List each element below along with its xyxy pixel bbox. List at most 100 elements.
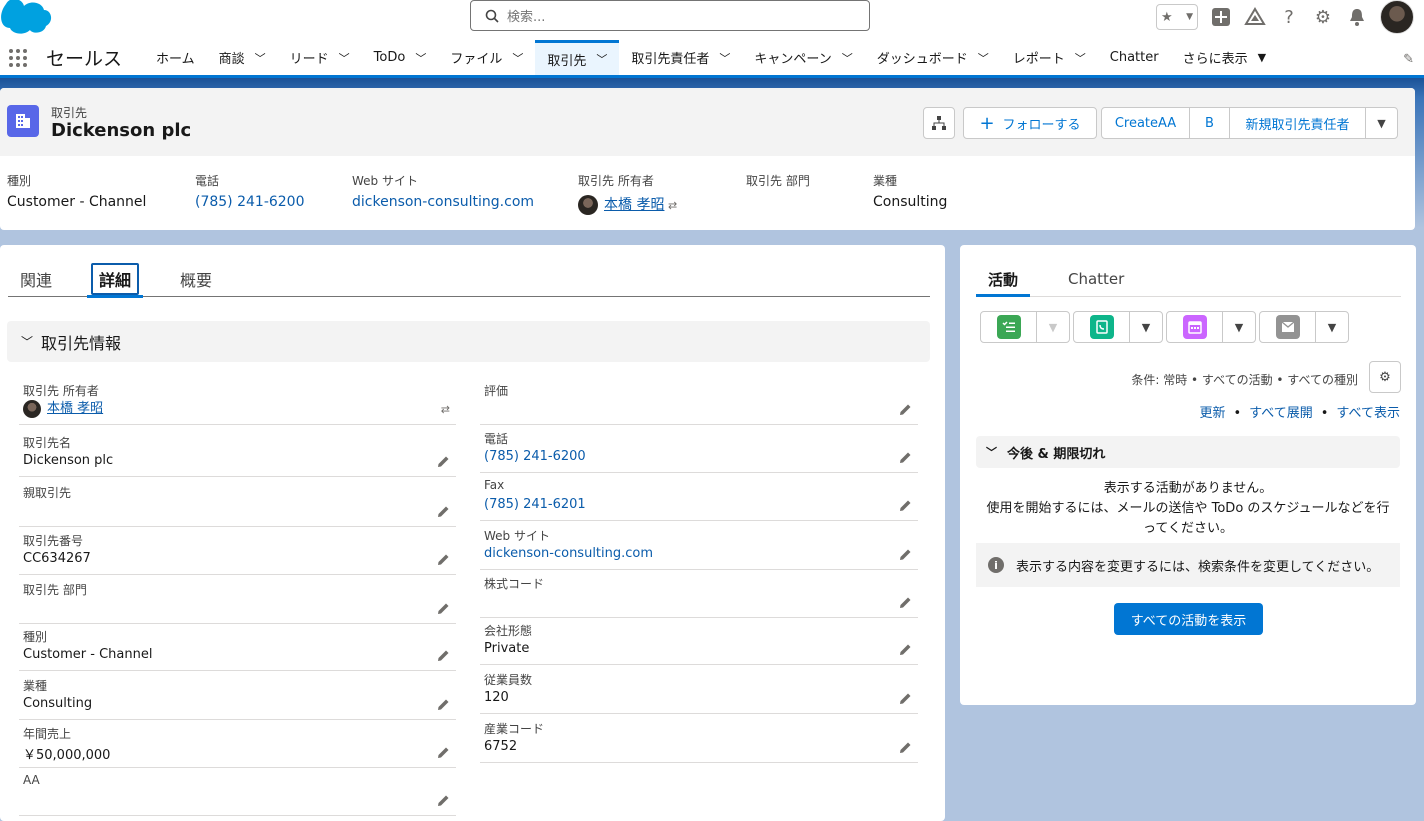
activity-links: 更新 • すべて展開 • すべて表示 <box>1199 402 1400 421</box>
nav-item[interactable]: レポート ﹀ <box>1001 40 1098 75</box>
edit-pencil-icon[interactable] <box>899 451 912 468</box>
nav-item[interactable]: ファイル ﹀ <box>438 40 535 75</box>
detail-field: 業種 Consulting <box>19 672 456 720</box>
nav-item[interactable]: ダッシュボード ﹀ <box>865 40 1001 75</box>
account-object-icon <box>7 105 39 137</box>
edit-pencil-icon[interactable] <box>899 548 912 565</box>
nav-item[interactable]: リード ﹀ <box>278 40 362 75</box>
field-label: 種別 <box>23 630 48 644</box>
change-owner-icon[interactable]: ⇄ <box>664 199 677 212</box>
nav-item[interactable]: キャンペーン ﹀ <box>742 40 864 75</box>
change-owner-icon[interactable]: ⇄ <box>441 403 450 416</box>
chevron-down-icon[interactable]: ﹀ <box>842 50 853 66</box>
highlight-field-value[interactable]: (785) 241-6200 <box>195 194 305 210</box>
global-actions-icon[interactable] <box>1210 6 1232 28</box>
user-avatar[interactable] <box>1380 0 1414 34</box>
chevron-down-icon[interactable]: ▼ <box>1130 312 1162 342</box>
edit-pencil-icon[interactable] <box>437 794 450 811</box>
field-value[interactable]: dickenson-consulting.com <box>484 546 653 561</box>
detail-field: Web サイト dickenson-consulting.com <box>480 522 918 570</box>
notifications-bell-icon[interactable] <box>1346 6 1368 28</box>
field-label: 年間売上 <box>23 727 72 741</box>
highlight-field-label: 取引先 所有者 <box>578 174 654 188</box>
nav-item[interactable]: ホーム <box>144 40 207 75</box>
highlight-field-value[interactable]: 本橋 孝昭 ⇄ <box>578 194 677 215</box>
activity-filter-text: 条件: 常時 • すべての活動 • すべての種別 <box>1131 373 1358 387</box>
hierarchy-button[interactable] <box>923 107 955 139</box>
nav-item[interactable]: ToDo ﹀ <box>362 40 439 75</box>
salesforce-logo[interactable] <box>0 0 54 36</box>
edit-pencil-icon[interactable] <box>899 596 912 613</box>
tab-overview[interactable]: 概要 <box>180 261 212 297</box>
owner-avatar <box>578 195 598 215</box>
chevron-down-icon[interactable]: ▼ <box>1316 312 1348 342</box>
section-account-info[interactable]: ﹀ 取引先情報 <box>7 321 930 362</box>
chevron-down-icon[interactable]: ﹀ <box>339 50 350 66</box>
chevron-down-icon[interactable]: ﹀ <box>415 50 426 66</box>
expand-all-link[interactable]: すべて展開 <box>1249 406 1313 421</box>
edit-pencil-icon[interactable] <box>437 649 450 666</box>
owner-link[interactable]: 本橋 孝昭 <box>604 197 664 213</box>
follow-button[interactable]: + フォローする <box>963 107 1097 139</box>
hierarchy-icon <box>932 116 946 130</box>
chevron-down-icon[interactable]: ﹀ <box>255 50 266 66</box>
nav-item[interactable]: 商談 ﹀ <box>207 40 278 75</box>
nav-item-label: レポート <box>1012 52 1065 67</box>
edit-pencil-icon[interactable] <box>437 505 450 522</box>
field-label: 取引先 部門 <box>23 583 87 597</box>
edit-pencil-icon[interactable] <box>899 403 912 420</box>
chevron-down-icon[interactable]: ▼ <box>1258 51 1266 64</box>
b-button[interactable]: B <box>1190 108 1230 138</box>
view-all-link[interactable]: すべて表示 <box>1336 406 1400 421</box>
log-call-button[interactable]: ▼ <box>1073 311 1163 343</box>
edit-pencil-icon[interactable] <box>437 553 450 570</box>
chevron-down-icon[interactable]: ﹀ <box>596 51 607 67</box>
tab-details[interactable]: 詳細 <box>86 261 144 298</box>
app-launcher-icon[interactable] <box>0 40 36 75</box>
field-value[interactable]: (785) 241-6201 <box>484 497 586 512</box>
setup-gear-icon[interactable]: ⚙ <box>1312 6 1334 28</box>
nav-item-label: リード <box>289 52 329 67</box>
edit-pencil-icon[interactable] <box>899 741 912 758</box>
tab-activity[interactable]: 活動 <box>975 262 1031 297</box>
filter-info-message: i 表示する内容を変更するには、検索条件を変更してください。 <box>976 543 1400 587</box>
info-icon: i <box>988 557 1004 573</box>
filter-settings-gear-icon[interactable]: ⚙ <box>1369 361 1401 393</box>
more-actions-dropdown[interactable]: ▼ <box>1366 108 1397 138</box>
highlight-field-value[interactable]: dickenson-consulting.com <box>352 194 534 210</box>
edit-pencil-icon[interactable] <box>899 692 912 709</box>
chevron-down-icon[interactable]: ▼ <box>1223 312 1255 342</box>
nav-item[interactable]: さらに表示 ▼ <box>1171 40 1278 75</box>
nav-item[interactable]: 取引先責任者 ﹀ <box>619 40 742 75</box>
edit-pencil-icon[interactable] <box>437 602 450 619</box>
refresh-link[interactable]: 更新 <box>1199 406 1225 421</box>
upcoming-overdue-section[interactable]: ﹀ 今後 & 期限切れ <box>976 436 1400 468</box>
chevron-down-icon[interactable]: ﹀ <box>512 50 523 66</box>
edit-nav-pencil-icon[interactable]: ✎ <box>1403 52 1414 67</box>
trailhead-icon[interactable] <box>1244 6 1266 28</box>
tab-related[interactable]: 関連 <box>20 261 52 297</box>
edit-pencil-icon[interactable] <box>437 455 450 472</box>
chevron-down-icon[interactable]: ﹀ <box>719 50 730 66</box>
owner-link[interactable]: 本橋 孝昭 <box>47 401 103 416</box>
edit-pencil-icon[interactable] <box>437 746 450 763</box>
new-task-button[interactable]: ▼ <box>980 311 1070 343</box>
nav-item[interactable]: 取引先 ﹀ <box>535 40 620 75</box>
chevron-down-icon[interactable]: ﹀ <box>1075 50 1086 66</box>
show-all-activities-button[interactable]: すべての活動を表示 <box>1114 603 1263 635</box>
global-search-input[interactable]: 検索... <box>470 0 870 31</box>
tab-chatter[interactable]: Chatter <box>1068 262 1124 296</box>
send-email-button[interactable]: ▼ <box>1259 311 1349 343</box>
edit-pencil-icon[interactable] <box>899 643 912 660</box>
nav-item[interactable]: Chatter <box>1098 40 1171 75</box>
edit-pencil-icon[interactable] <box>437 698 450 715</box>
edit-pencil-icon[interactable] <box>899 499 912 516</box>
createaa-button[interactable]: CreateAA <box>1102 108 1190 138</box>
chevron-down-icon[interactable]: ﹀ <box>978 50 989 66</box>
field-value[interactable]: (785) 241-6200 <box>484 449 586 464</box>
new-contact-button[interactable]: 新規取引先責任者 <box>1230 108 1366 138</box>
favorites-button[interactable]: ★ ▼ <box>1156 4 1198 30</box>
help-icon[interactable]: ? <box>1278 6 1300 28</box>
tab-details-label: 詳細 <box>91 263 140 295</box>
new-event-button[interactable]: ▼ <box>1166 311 1256 343</box>
